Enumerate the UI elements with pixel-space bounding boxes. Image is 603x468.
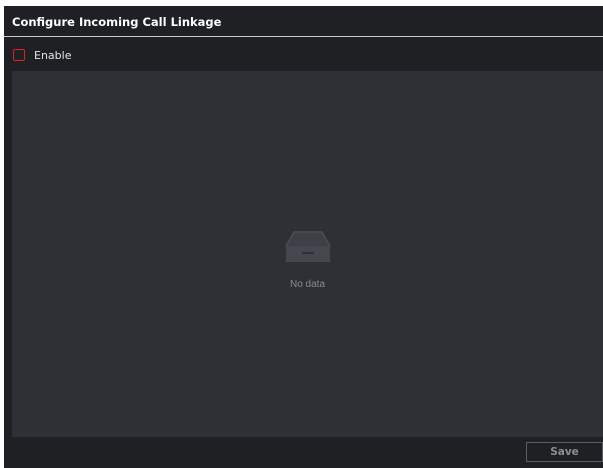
dialog-footer: Save (4, 437, 603, 468)
save-button[interactable]: Save (526, 442, 603, 462)
title-bar: Configure Incoming Call Linkage (4, 6, 603, 37)
dialog-title: Configure Incoming Call Linkage (12, 15, 222, 29)
incoming-call-linkage-dialog: Configure Incoming Call Linkage Enable N… (4, 6, 603, 468)
enable-label[interactable]: Enable (34, 49, 71, 62)
empty-tray-icon (282, 226, 334, 270)
linkage-list-panel: No data (12, 71, 603, 437)
enable-checkbox[interactable] (13, 49, 25, 61)
enable-row: Enable (4, 38, 603, 71)
empty-state-text: No data (289, 279, 326, 290)
